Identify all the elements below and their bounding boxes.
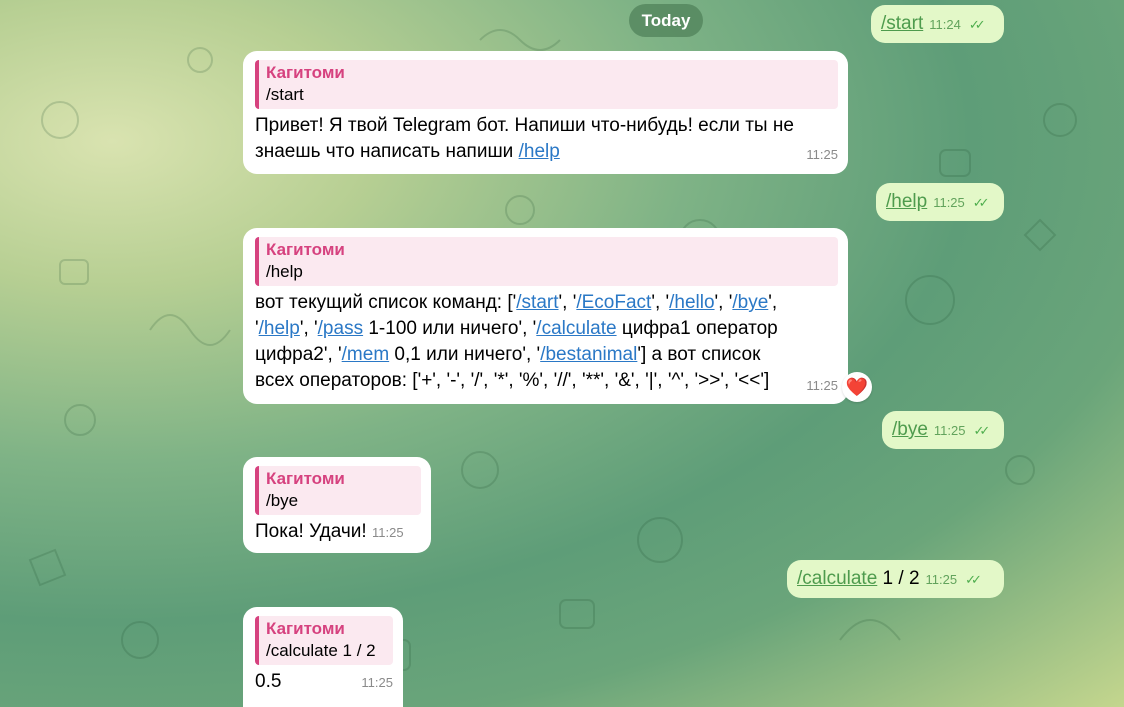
command-link[interactable]: /bye [732, 292, 768, 313]
command-link[interactable]: /help [886, 189, 927, 215]
reply-text: /bye [266, 491, 299, 510]
incoming-message[interactable]: Кагитоми /start Привет! Я твой Telegram … [243, 51, 848, 174]
reply-author: Кагитоми [266, 63, 345, 82]
message-text-part: 0,1 или ничего', ' [389, 344, 541, 365]
reply-author: Кагитоми [266, 240, 345, 259]
message-text: Привет! Я твой Telegram бот. Напиши что-… [255, 113, 838, 165]
message-text-part: ', ' [558, 292, 577, 313]
outgoing-message[interactable]: /start 11:24 ✓✓ [871, 5, 1004, 43]
message-text-part: 1-100 или ничего', ' [363, 318, 537, 339]
command-link[interactable]: /calculate [797, 568, 877, 589]
message-time: 11:24 [929, 17, 961, 32]
incoming-message[interactable]: Кагитоми /calculate 1 / 2 0.5 11:25 [243, 607, 403, 707]
command-link[interactable]: /hello [669, 292, 714, 313]
outgoing-message[interactable]: /calculate 1 / 2 11:25 ✓✓ [787, 560, 1004, 598]
reply-quote[interactable]: Кагитоми /start [255, 60, 838, 109]
message-text: 0.5 11:25 [255, 669, 393, 696]
message-text-part: вот текущий список команд: [' [255, 292, 517, 313]
reply-author: Кагитоми [266, 469, 345, 488]
reply-text: /help [266, 262, 303, 281]
message-time: 11:25 [371, 525, 404, 540]
read-checkmarks-icon: ✓✓ [972, 195, 990, 210]
outgoing-message[interactable]: /help 11:25 ✓✓ [876, 183, 1004, 221]
outgoing-message[interactable]: /bye 11:25 ✓✓ [882, 411, 1004, 449]
command-link[interactable]: /mem [342, 344, 390, 365]
read-checkmarks-icon: ✓✓ [965, 572, 982, 587]
command-link[interactable]: /bye [892, 417, 928, 443]
date-separator: Today [629, 4, 703, 37]
reply-quote[interactable]: Кагитоми /bye [255, 466, 421, 515]
command-link[interactable]: /help [519, 141, 560, 162]
command-link[interactable]: /help [259, 318, 300, 339]
reply-quote[interactable]: Кагитоми /calculate 1 / 2 [255, 616, 393, 665]
command-link[interactable]: /pass [318, 318, 363, 339]
command-link[interactable]: /bestanimal [540, 344, 637, 365]
message-text-part: Пока! Удачи! [255, 521, 367, 542]
message-text-part: 1 / 2 [877, 568, 920, 589]
command-link[interactable]: /EcoFact [576, 292, 651, 313]
command-link[interactable]: /start [881, 11, 923, 37]
incoming-message[interactable]: Кагитоми /help вот текущий список команд… [243, 228, 848, 404]
message-text-part: ', ' [714, 292, 733, 313]
message-time: 11:25 [361, 675, 393, 690]
message-time: 11:25 [806, 378, 838, 393]
reply-author: Кагитоми [266, 619, 345, 638]
read-checkmarks-icon: ✓✓ [968, 17, 986, 32]
message-time: 11:25 [806, 147, 838, 162]
incoming-message[interactable]: Кагитоми /bye Пока! Удачи! 11:25 [243, 457, 431, 553]
date-label: Today [641, 10, 691, 30]
reply-text: /start [266, 85, 304, 104]
command-link[interactable]: /start [516, 292, 558, 313]
message-time: 11:25 [933, 423, 966, 438]
message-text-part: ', ' [651, 292, 670, 313]
reply-quote[interactable]: Кагитоми /help [255, 237, 838, 286]
message-text-part: ', ' [299, 318, 318, 339]
read-checkmarks-icon: ✓✓ [973, 423, 991, 438]
message-text-part: 0.5 [255, 671, 282, 692]
command-link[interactable]: /calculate [536, 318, 616, 339]
message-text: вот текущий список команд: ['/start', '/… [255, 290, 838, 394]
reply-text: /calculate 1 / 2 [266, 641, 376, 660]
heart-reaction[interactable]: ❤️ [842, 372, 872, 402]
message-text: Пока! Удачи! 11:25 [255, 519, 421, 546]
message-time: 11:25 [933, 195, 965, 210]
message-time: 11:25 [925, 572, 958, 587]
